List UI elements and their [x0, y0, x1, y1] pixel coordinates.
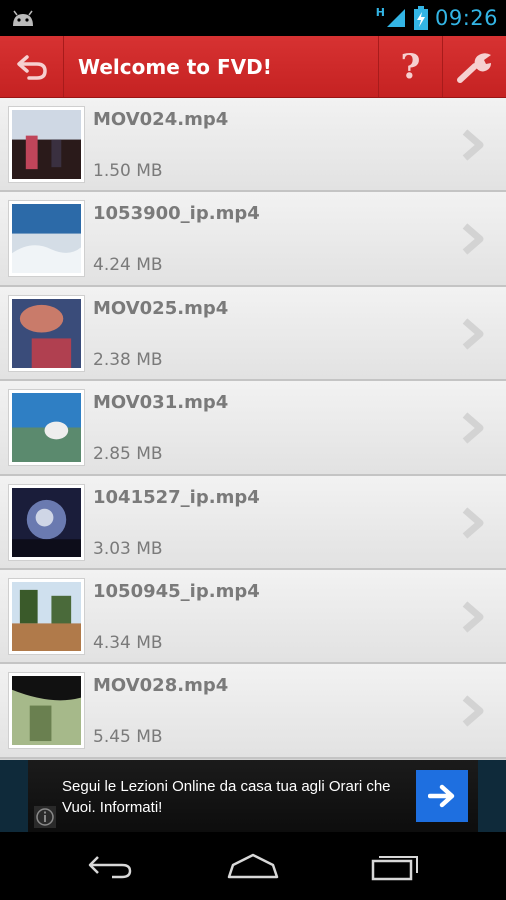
help-button[interactable]: ?: [378, 36, 442, 97]
chevron-right-icon: [462, 129, 484, 161]
file-name: MOV024.mp4: [93, 109, 229, 130]
action-bar: Welcome to FVD! ?: [0, 36, 506, 98]
nav-recents-icon: [371, 856, 418, 881]
file-size: 2.85 MB: [93, 444, 163, 465]
video-thumbnail: [8, 672, 85, 750]
back-icon: [16, 54, 47, 80]
nav-home-icon: [227, 853, 279, 879]
ad-content[interactable]: Segui le Lezioni Online da casa tua agli…: [28, 760, 478, 832]
chevron-right-icon: [462, 506, 484, 539]
file-name: MOV025.mp4: [93, 297, 229, 319]
file-name: MOV031.mp4: [93, 392, 229, 414]
video-thumbnail: [8, 106, 85, 183]
video-thumbnail: [8, 577, 85, 655]
system-nav-bar: [0, 832, 506, 900]
nav-recents-button[interactable]: [365, 848, 425, 884]
list-item[interactable]: MOV028.mp4 5.45 MB: [0, 664, 506, 759]
file-size: 4.24 MB: [93, 255, 163, 276]
ad-cta-button[interactable]: [416, 770, 468, 822]
network-type-label: H: [375, 5, 385, 19]
signal-icon: [386, 9, 405, 27]
chevron-right-icon: [462, 318, 484, 350]
ad-text: Segui le Lezioni Online da casa tua agli…: [62, 778, 391, 816]
video-thumbnail: [8, 294, 85, 372]
file-size: 5.45 MB: [93, 727, 163, 748]
file-name: 1041527_ip.mp4: [93, 486, 260, 508]
chevron-right-icon: [462, 412, 484, 444]
file-name: MOV028.mp4: [93, 675, 229, 697]
settings-button[interactable]: [442, 36, 506, 97]
battery-charging-icon: [413, 6, 428, 30]
file-size: 3.03 MB: [93, 538, 163, 559]
settings-wrench-icon: [456, 52, 491, 83]
list-item[interactable]: 1050945_ip.mp4 4.34 MB: [0, 569, 506, 665]
list-item[interactable]: MOV024.mp4 1.50 MB: [0, 98, 506, 193]
list-item[interactable]: 1041527_ip.mp4 3.03 MB: [0, 475, 506, 570]
file-size: 2.38 MB: [93, 349, 163, 370]
help-icon: ?: [400, 46, 421, 87]
file-list: MOV024.mp4 1.50 MB 1053900_ip.mp4 4.24 M…: [0, 98, 506, 760]
arrow-right-icon: [428, 784, 455, 808]
nav-home-button[interactable]: [223, 848, 283, 884]
status-bar: H 09:26: [0, 0, 506, 36]
back-button[interactable]: [0, 36, 64, 97]
chevron-right-icon: [462, 695, 484, 727]
clock: 09:26: [434, 6, 498, 30]
file-name: 1053900_ip.mp4: [93, 203, 260, 225]
nav-back-button[interactable]: [81, 848, 141, 884]
chevron-right-icon: [462, 223, 484, 256]
list-item[interactable]: MOV025.mp4 2.38 MB: [0, 286, 506, 382]
chevron-right-icon: [462, 601, 484, 633]
file-size: 1.50 MB: [93, 161, 163, 181]
video-thumbnail: [8, 200, 85, 278]
file-name: 1050945_ip.mp4: [93, 580, 260, 602]
video-thumbnail: [8, 389, 85, 467]
android-notification-icon: [13, 10, 33, 26]
nav-back-icon: [88, 856, 132, 879]
list-item[interactable]: MOV031.mp4 2.85 MB: [0, 381, 506, 476]
ad-banner[interactable]: Segui le Lezioni Online da casa tua agli…: [0, 760, 506, 832]
file-size: 4.34 MB: [93, 632, 163, 653]
page-title: Welcome to FVD!: [78, 54, 272, 79]
video-thumbnail: [8, 483, 85, 561]
list-item[interactable]: 1053900_ip.mp4 4.24 MB: [0, 192, 506, 287]
info-icon[interactable]: [34, 806, 56, 828]
